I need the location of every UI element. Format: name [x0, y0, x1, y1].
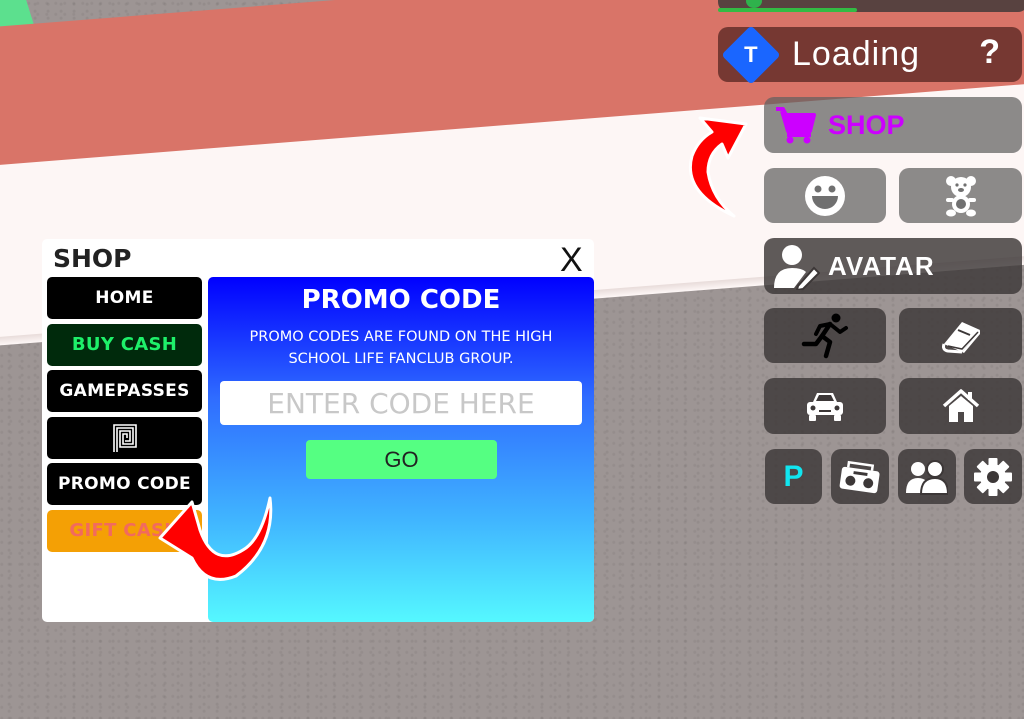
gear-icon [974, 457, 1012, 496]
car-button[interactable] [764, 378, 886, 434]
hud-shop-label: SHOP [828, 109, 905, 140]
menu-item-gift-cash[interactable]: GIFT CASH [47, 509, 202, 552]
p-label: P [783, 459, 804, 493]
shop-panel: SHOP X HOME BUY CASH GAMEPASSES PROMO CO… [42, 239, 594, 622]
top-progress-bar [718, 8, 926, 12]
house-button[interactable] [899, 378, 1022, 434]
boombox-icon [839, 460, 880, 493]
house-icon [942, 389, 979, 422]
menu-item-promo-code[interactable]: PROMO CODE [47, 463, 202, 505]
teddy-bear-icon [945, 175, 976, 216]
run-button[interactable] [764, 308, 886, 363]
go-button[interactable]: GO [306, 440, 497, 479]
friends-button[interactable] [898, 449, 956, 504]
menu-item-group[interactable] [47, 416, 202, 459]
help-button[interactable]: ? [979, 33, 1000, 72]
settings-button[interactable] [964, 449, 1022, 504]
book-button[interactable] [899, 308, 1022, 363]
promo-title: PROMO CODE [301, 285, 501, 315]
radio-button[interactable] [831, 449, 889, 504]
hud-shop-button[interactable]: SHOP [764, 97, 1022, 153]
menu-item-home[interactable]: HOME [47, 277, 202, 319]
p-button[interactable]: P [765, 449, 822, 504]
group-logo-icon [112, 423, 137, 452]
book-icon [941, 321, 980, 353]
car-icon [807, 393, 843, 421]
status-circle-icon [746, 0, 762, 8]
toy-button[interactable] [899, 168, 1022, 223]
cart-icon [776, 107, 816, 144]
promo-description: PROMO CODES ARE FOUND ON THE HIGH SCHOOL… [249, 329, 553, 367]
avatar-button[interactable]: AVATAR [764, 238, 1022, 294]
ticket-glyph: T [744, 41, 758, 67]
menu-item-buy-cash[interactable]: BUY CASH [47, 323, 202, 366]
loading-label: Loading [792, 35, 921, 73]
loading-button[interactable]: T Loading ? [718, 24, 1022, 85]
shop-title: SHOP [53, 244, 132, 273]
running-man-icon [801, 313, 848, 358]
friends-icon [906, 459, 948, 495]
ticket-icon: T [721, 24, 781, 85]
smiley-icon [805, 175, 845, 216]
promo-code-input[interactable] [220, 381, 582, 425]
menu-item-gamepasses[interactable]: GAMEPASSES [47, 370, 202, 412]
avatar-label: AVATAR [828, 250, 935, 281]
emote-button[interactable] [764, 168, 886, 223]
shop-side-menu: HOME BUY CASH GAMEPASSES PROMO CODE GIFT… [47, 277, 202, 556]
user-edit-icon [774, 245, 820, 290]
promo-code-pane: PROMO CODE PROMO CODES ARE FOUND ON THE … [208, 277, 594, 622]
close-button[interactable]: X [560, 241, 583, 279]
progress-fill [718, 8, 858, 12]
